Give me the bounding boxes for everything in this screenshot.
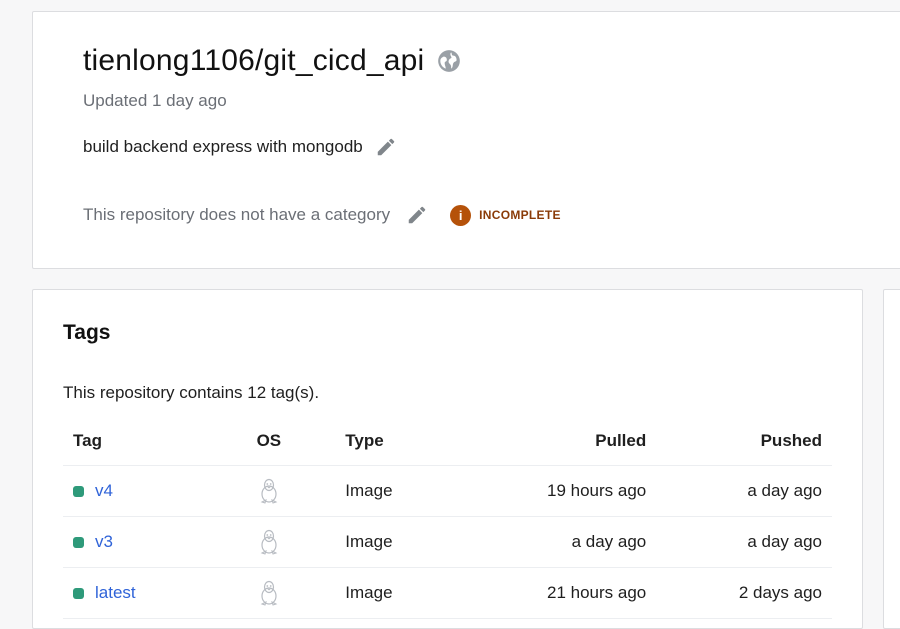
incomplete-status-badge: i INCOMPLETE	[450, 204, 561, 226]
tags-card: Tags This repository contains 12 tag(s).…	[32, 289, 863, 629]
description-row: build backend express with mongodb	[83, 136, 397, 158]
linux-tux-icon	[260, 529, 277, 555]
column-header-pushed: Pushed	[646, 416, 832, 466]
linux-tux-icon	[260, 478, 277, 504]
edit-category-pencil-icon[interactable]	[406, 204, 428, 226]
tag-status-dot	[73, 485, 84, 497]
tag-link[interactable]: v3	[95, 532, 113, 552]
repo-title: tienlong1106/git_cicd_api	[83, 44, 425, 77]
edit-description-pencil-icon[interactable]	[375, 136, 397, 158]
tag-status-dot	[73, 587, 84, 599]
repo-title-row: tienlong1106/git_cicd_api	[83, 44, 462, 78]
column-header-type: Type	[345, 416, 464, 466]
tags-table-header: Tag OS Type Pulled Pushed	[63, 416, 832, 466]
tag-pulled: 19 hours ago	[463, 465, 647, 517]
tags-section-title: Tags	[63, 321, 111, 344]
tag-pushed: a day ago	[646, 465, 832, 517]
tags-count-text: This repository contains 12 tag(s).	[63, 383, 320, 402]
tag-pulled: a day ago	[463, 516, 647, 568]
repository-summary-card: tienlong1106/git_cicd_api Updated 1 day …	[32, 11, 900, 269]
tag-type: Image	[345, 516, 464, 568]
side-panel-card	[883, 289, 900, 629]
tag-link[interactable]: latest	[95, 583, 136, 603]
tag-link[interactable]: v4	[95, 481, 113, 501]
info-icon: i	[450, 204, 472, 226]
linux-tux-icon	[260, 580, 277, 606]
column-header-tag: Tag	[63, 416, 257, 466]
repo-description: build backend express with mongodb	[83, 137, 363, 156]
table-row: v3 Image a day ago a day ago	[63, 516, 832, 568]
last-updated-text: Updated 1 day ago	[83, 91, 227, 110]
repo-category-text: This repository does not have a category	[83, 205, 391, 224]
globe-icon	[436, 48, 462, 74]
table-row: v4 Image 19 hours ago a day ago	[63, 465, 832, 517]
tag-type: Image	[345, 465, 464, 517]
tags-table: Tag OS Type Pulled Pushed v4 Image 19 ho…	[63, 416, 832, 619]
category-row: This repository does not have a category…	[83, 204, 561, 226]
badge-label: INCOMPLETE	[479, 208, 561, 222]
tag-pushed: a day ago	[646, 516, 832, 568]
column-header-os: OS	[256, 416, 346, 466]
column-header-pulled: Pulled	[463, 416, 647, 466]
tag-status-dot	[73, 536, 84, 548]
